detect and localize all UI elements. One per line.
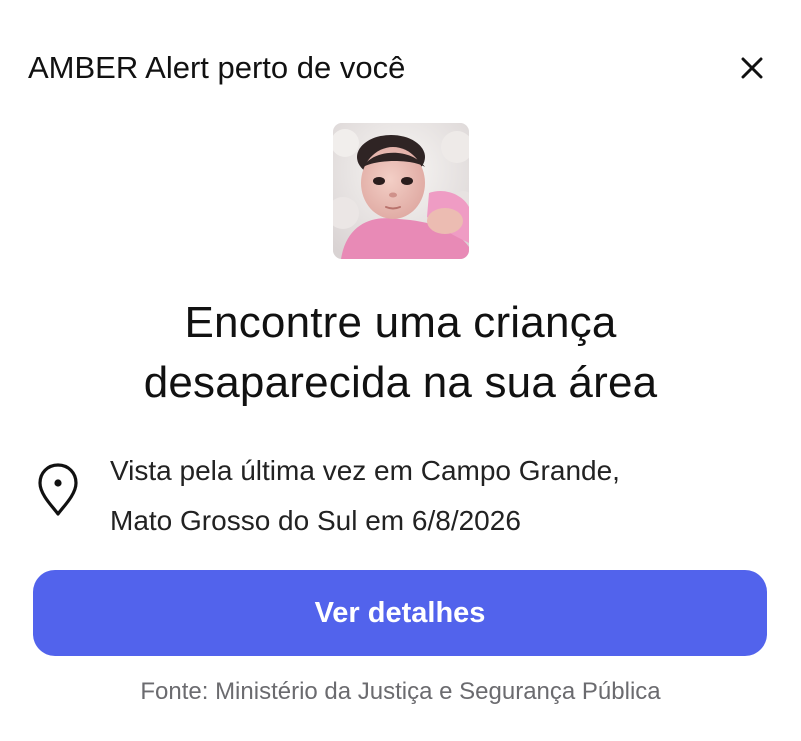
- view-details-button[interactable]: Ver detalhes: [33, 570, 767, 656]
- headline-line-2: desaparecida na sua área: [143, 358, 658, 407]
- last-seen-location: Vista pela última vez em Campo Grande, M…: [110, 446, 620, 546]
- headline: Encontre uma criança desaparecida na sua…: [0, 293, 801, 413]
- headline-line-1: Encontre uma criança: [184, 298, 617, 347]
- location-pin-icon: [38, 463, 78, 516]
- close-button[interactable]: [729, 48, 775, 88]
- source-credit: Fonte: Ministério da Justiça e Segurança…: [140, 678, 661, 705]
- close-icon: [741, 57, 763, 79]
- alert-title: AMBER Alert perto de você: [28, 50, 406, 85]
- child-photo: [333, 123, 469, 259]
- location-line-1: Vista pela última vez em Campo Grande,: [110, 455, 620, 486]
- location-line-2: Mato Grosso do Sul em 6/8/2026: [110, 505, 521, 536]
